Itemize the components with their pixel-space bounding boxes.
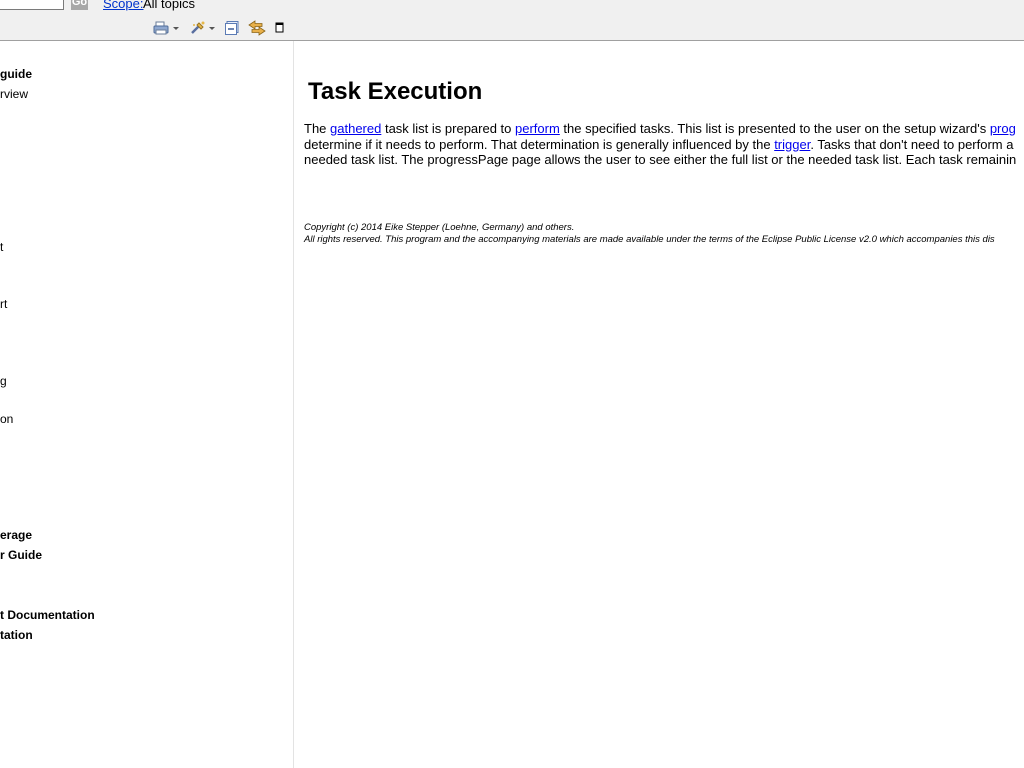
print-icon[interactable] (153, 20, 181, 36)
toc-item[interactable]: t Documentation (0, 608, 95, 622)
text: determine if it needs to perform. That d… (304, 136, 775, 152)
trigger-link[interactable]: trigger (774, 137, 810, 152)
toc-item[interactable]: rview (0, 87, 28, 101)
content-pane: Task Execution The gathered task list is… (294, 41, 1024, 768)
maximize-icon[interactable] (275, 20, 285, 36)
copyright-notice: Copyright (c) 2014 Eike Stepper (Loehne,… (304, 222, 995, 246)
body-paragraph: The gathered task list is prepared to pe… (304, 121, 1024, 168)
toc-item[interactable]: on (0, 412, 13, 426)
highlight-search-icon[interactable] (190, 20, 218, 36)
body-line-1: The gathered task list is prepared to pe… (304, 121, 1024, 137)
toc-item[interactable]: g (0, 374, 7, 388)
toc-item[interactable]: rt (0, 297, 7, 311)
toc-toolbar (0, 17, 1024, 41)
toc-item[interactable]: tation (0, 628, 33, 642)
scope-link[interactable]: Scope: (103, 0, 143, 11)
gathered-link[interactable]: gathered (330, 121, 381, 136)
toc-item[interactable]: r Guide (0, 548, 42, 562)
toc-pane: guide rview t rt g on erage r Guide t Do… (0, 41, 294, 768)
copyright-line: Copyright (c) 2014 Eike Stepper (Loehne,… (304, 222, 575, 233)
text: . Tasks that don't need to perform a (810, 136, 1014, 152)
go-button[interactable]: Go (71, 0, 88, 10)
toc-item[interactable]: guide (0, 67, 32, 81)
scope-value: All topics (143, 0, 196, 11)
collapse-all-icon[interactable] (224, 20, 240, 36)
license-line: All rights reserved. This program and th… (304, 234, 995, 245)
text: the specified tasks. This list is presen… (559, 121, 990, 136)
text: task list is prepared to (381, 121, 516, 136)
perform-link[interactable]: perform (515, 121, 560, 136)
page-title: Task Execution (308, 78, 483, 105)
search-input[interactable] (0, 0, 64, 10)
body-line-3: needed task list. The progressPage page … (304, 152, 1017, 167)
progress-page-link[interactable]: prog (990, 121, 1016, 136)
text: The (304, 121, 331, 136)
toc-item[interactable]: t (0, 240, 3, 254)
body-line-2: determine if it needs to perform. That d… (304, 137, 1024, 153)
search-bar: Go Scope: All topics (0, 0, 1024, 17)
toc-item[interactable]: erage (0, 528, 32, 542)
link-with-contents-icon[interactable] (248, 20, 266, 36)
